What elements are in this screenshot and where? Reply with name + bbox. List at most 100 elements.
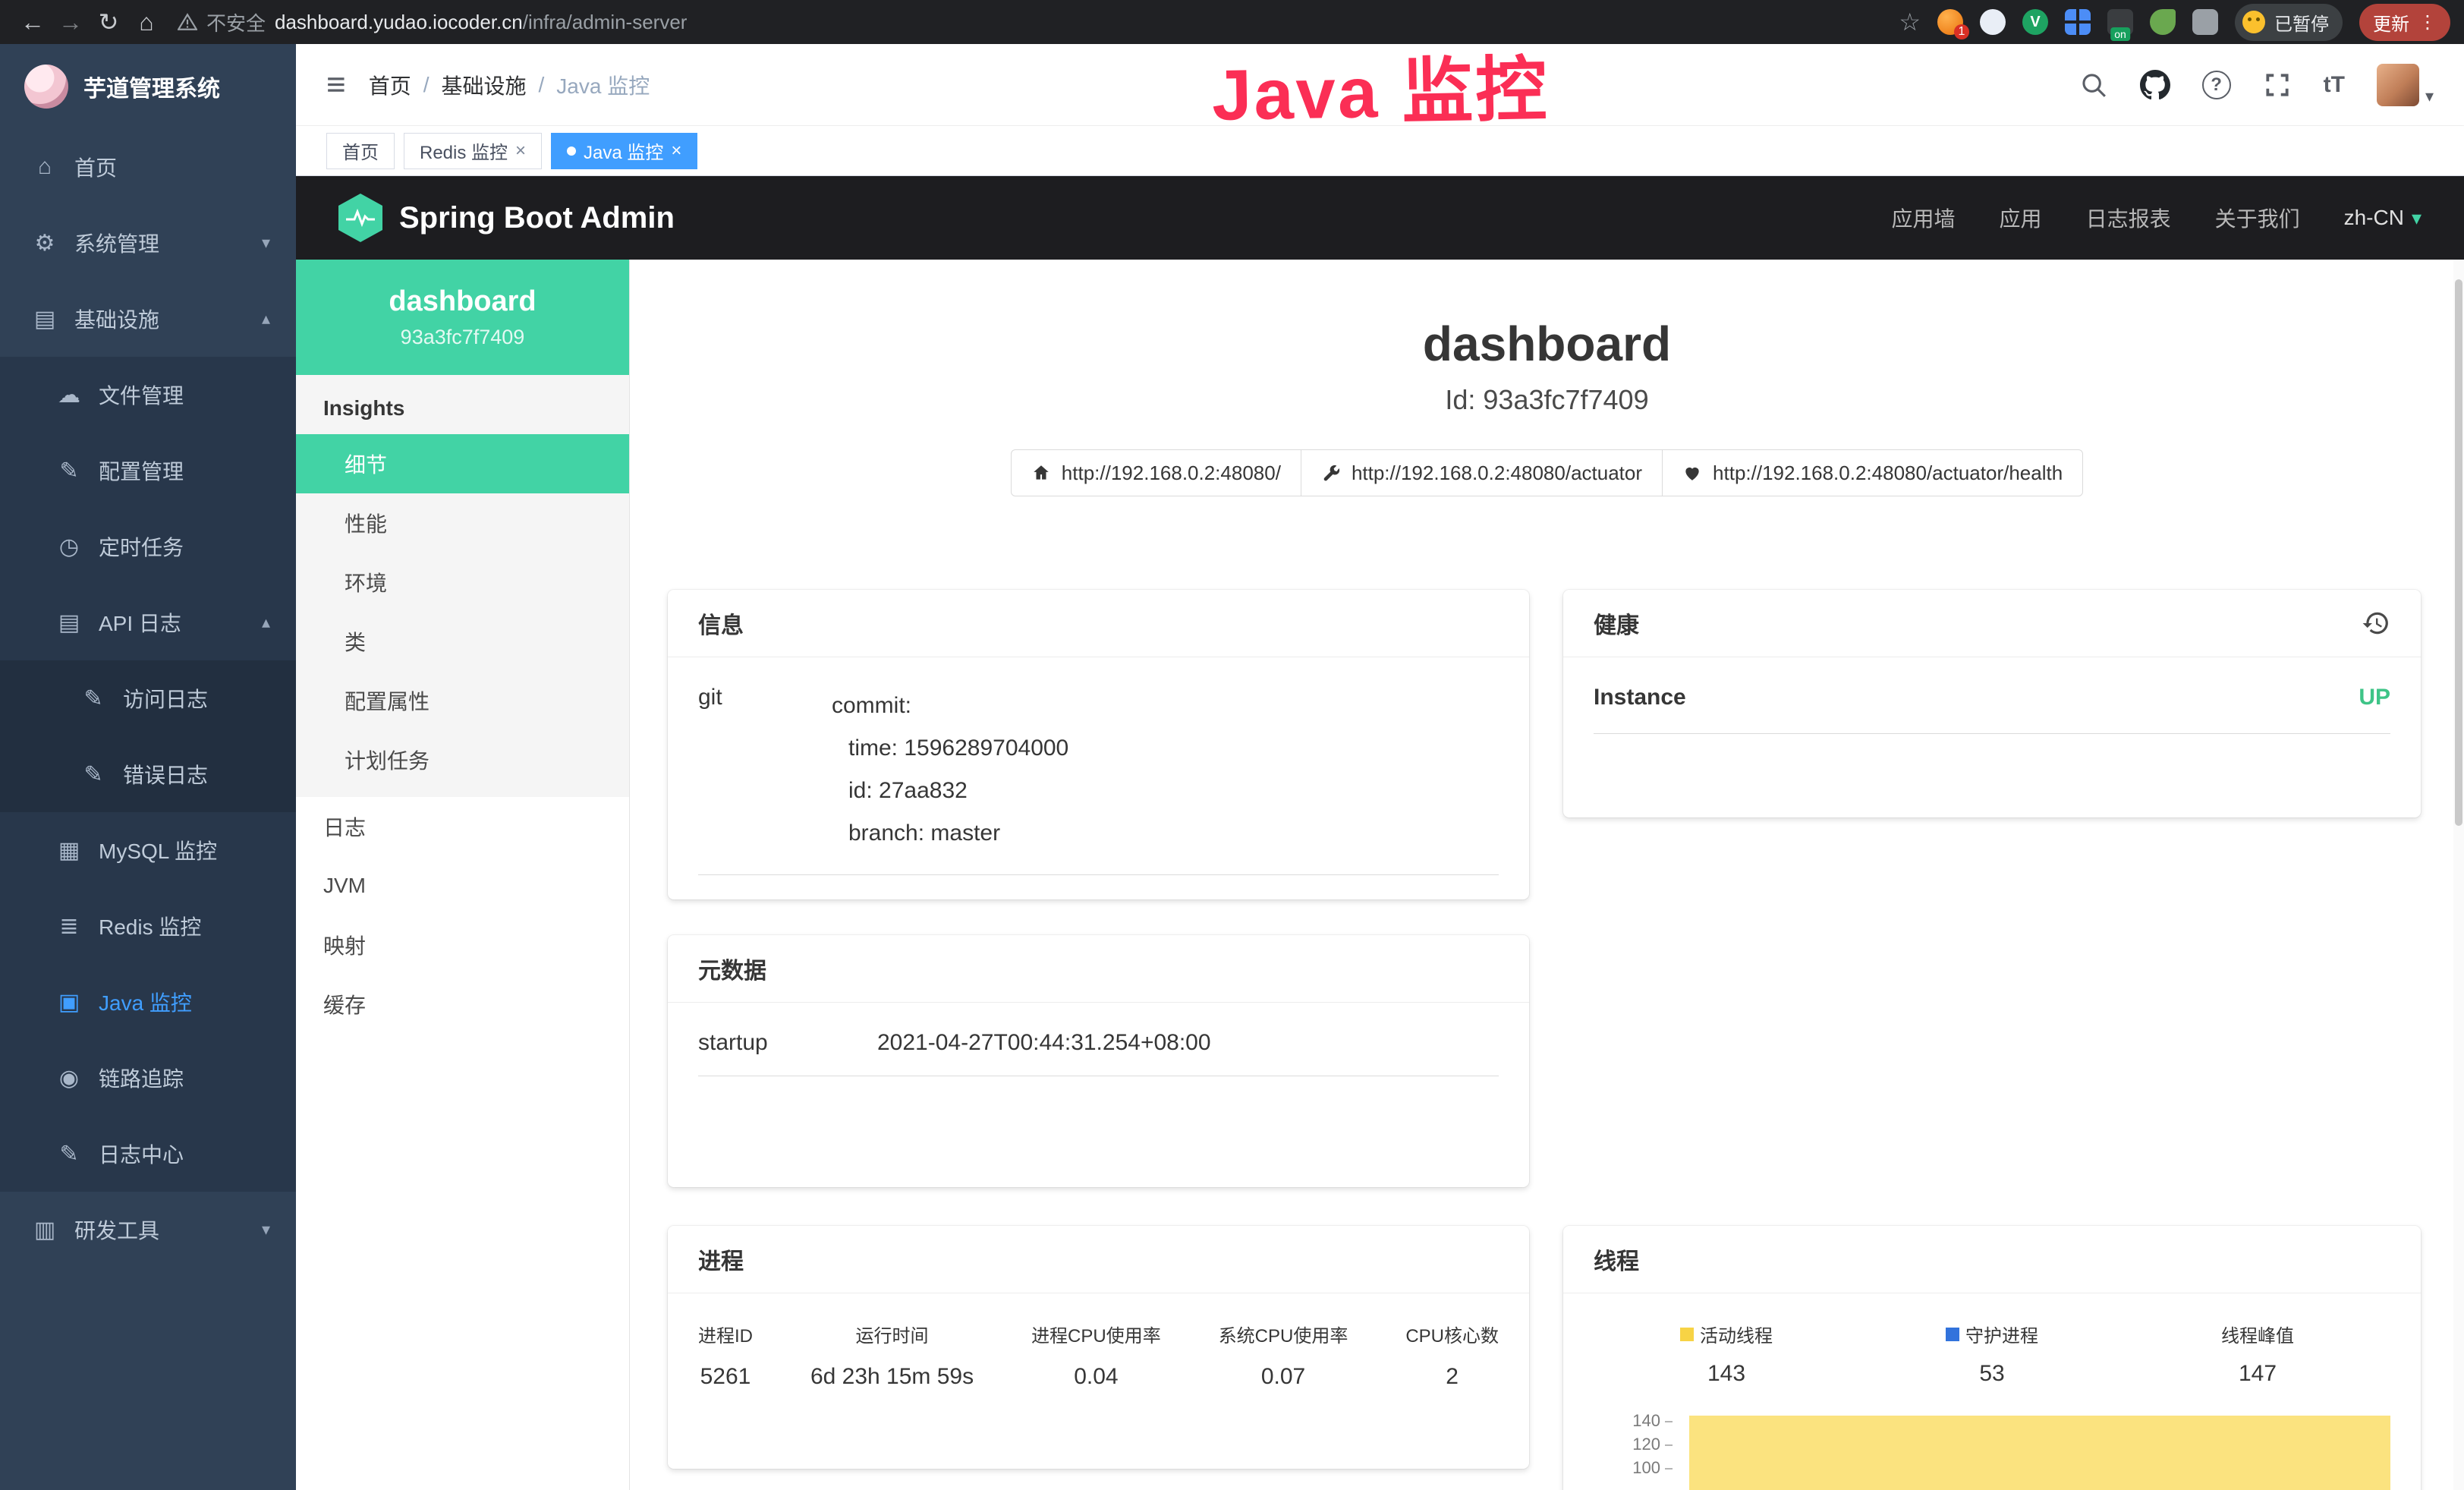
column-header: 系统CPU使用率 (1219, 1321, 1348, 1347)
sba-item-configprops[interactable]: 配置属性 (296, 671, 629, 730)
sidebar-item-error-logs[interactable]: ✎ 错误日志 (0, 736, 296, 812)
sba-item-details[interactable]: 细节 (296, 434, 629, 493)
instance-id: 93a3fc7f7409 (401, 326, 525, 349)
page-title: dashboard (630, 316, 2464, 372)
endpoint-health-button[interactable]: http://192.168.0.2:48080/actuator/health (1662, 449, 2083, 496)
sba-item-mappings[interactable]: 映射 (296, 915, 629, 975)
chevron-up-icon: ▴ (262, 613, 270, 632)
browser-update-button[interactable]: 更新 ⋮ (2359, 4, 2450, 41)
metadata-card: 元数据 startup 2021-04-27T00:44:31.254+08:0… (668, 935, 1529, 1187)
sidebar-item-system-mgmt[interactable]: ⚙ 系统管理 ▾ (0, 205, 296, 281)
endpoint-actuator-button[interactable]: http://192.168.0.2:48080/actuator (1301, 449, 1663, 496)
language-label: zh-CN (2344, 206, 2404, 230)
forward-button[interactable]: → (52, 0, 90, 44)
active-dot (567, 146, 576, 156)
sba-nav-applications[interactable]: 应用 (2000, 203, 2042, 233)
sidebar-item-java-monitor[interactable]: ▣ Java 监控 (0, 964, 296, 1040)
user-avatar (2377, 64, 2419, 106)
instance-header[interactable]: dashboard 93a3fc7f7409 (296, 260, 629, 375)
app-logo[interactable]: 芋道管理系统 (0, 44, 296, 129)
tab-redis-monitor[interactable]: Redis 监控 × (404, 133, 542, 169)
browser-home-button[interactable]: ⌂ (127, 0, 165, 44)
breadcrumb-item-current: Java 监控 (556, 70, 650, 100)
security-label: 不安全 (206, 8, 266, 36)
extension-on-icon[interactable]: on (2107, 9, 2133, 35)
sba-item-caches[interactable]: 缓存 (296, 975, 629, 1034)
close-icon[interactable]: × (671, 140, 681, 162)
table-row: Instance UP (1594, 685, 2390, 734)
sidebar-item-tracing[interactable]: ◉ 链路追踪 (0, 1040, 296, 1116)
process-card-body: 进程ID 5261 运行时间 6d 23h 15m 59s 进程CPU使用率 0… (668, 1293, 1529, 1413)
browser-actions: ☆ 1 V on 已暂停 更新 ⋮ (1899, 4, 2450, 41)
address-bar[interactable]: 不安全 dashboard.yudao.iocoder.cn/infra/adm… (178, 8, 687, 36)
sba-nav: 应用墙 应用 日志报表 关于我们 zh-CN ▾ (1892, 203, 2422, 233)
search-icon[interactable] (2079, 71, 2108, 99)
extension-leaf-icon[interactable] (2150, 9, 2176, 35)
sba-nav-about[interactable]: 关于我们 (2215, 203, 2300, 233)
breadcrumb-separator: / (539, 73, 545, 97)
metadata-row-value: 2021-04-27T00:44:31.254+08:00 (877, 1030, 1211, 1056)
language-selector[interactable]: zh-CN ▾ (2344, 206, 2422, 230)
cell-value: 0.04 (1031, 1364, 1161, 1390)
fullscreen-icon[interactable] (2263, 71, 2292, 99)
sidebar-item-dev-tools[interactable]: ▥ 研发工具 ▾ (0, 1192, 296, 1268)
sba-nav-wallboard[interactable]: 应用墙 (1892, 203, 1956, 233)
column-header: CPU核心数 (1405, 1321, 1499, 1347)
extensions-puzzle-icon[interactable] (2192, 9, 2218, 35)
kebab-menu-icon[interactable]: ⋮ (2418, 11, 2437, 33)
back-button[interactable]: ← (14, 0, 52, 44)
git-branch-line: branch: master (832, 812, 1068, 855)
breadcrumb-item-home[interactable]: 首页 (369, 70, 411, 100)
cell-value: 6d 23h 15m 59s (810, 1364, 974, 1390)
sba-sidebar: dashboard 93a3fc7f7409 Insights 细节 性能 环境… (296, 260, 630, 1490)
sba-item-loggers[interactable]: 日志 (296, 797, 629, 856)
extension-drop-icon[interactable] (1980, 9, 2006, 35)
sba-item-performance[interactable]: 性能 (296, 493, 629, 553)
legend-live-threads: 活动线程 143 (1594, 1321, 1859, 1387)
scrollbar-thumb[interactable] (2455, 279, 2462, 826)
sidebar-item-mysql-monitor[interactable]: ▦ MySQL 监控 (0, 812, 296, 888)
sidebar-item-infrastructure[interactable]: ▤ 基础设施 ▴ (0, 281, 296, 357)
card-title: 健康 (1594, 606, 1639, 640)
breadcrumb-item-infrastructure[interactable]: 基础设施 (441, 70, 526, 100)
sba-item-beans[interactable]: 类 (296, 612, 629, 671)
history-icon[interactable] (2362, 609, 2390, 638)
tab-home[interactable]: 首页 (326, 133, 395, 169)
github-icon[interactable] (2140, 70, 2170, 100)
metadata-card-header: 元数据 (668, 935, 1529, 1003)
document-icon: ▤ (55, 610, 83, 636)
sba-item-environment[interactable]: 环境 (296, 553, 629, 612)
sba-item-scheduled-tasks[interactable]: 计划任务 (296, 730, 629, 789)
sidebar-item-access-logs[interactable]: ✎ 访问日志 (0, 660, 296, 736)
sidebar-item-scheduled-jobs[interactable]: ◷ 定时任务 (0, 509, 296, 584)
table-row: git commit: time: 1596289704000 id: 27aa… (698, 685, 1499, 875)
endpoint-root-button[interactable]: http://192.168.0.2:48080/ (1011, 449, 1301, 496)
user-menu[interactable]: ▾ (2377, 64, 2434, 106)
sidebar-item-api-logs[interactable]: ▤ API 日志 ▴ (0, 584, 296, 660)
sidebar-item-home[interactable]: ⌂ 首页 (0, 129, 296, 205)
font-size-icon[interactable]: tT (2324, 72, 2345, 98)
sidebar-toggle-icon[interactable]: ≡ (326, 66, 346, 104)
extension-fox-icon[interactable]: 1 (1937, 9, 1963, 35)
sba-nav-journal[interactable]: 日志报表 (2086, 203, 2171, 233)
tab-java-monitor[interactable]: Java 监控 × (551, 133, 697, 169)
content-scrollbar[interactable] (2453, 260, 2464, 1490)
close-icon[interactable]: × (515, 140, 526, 162)
extension-grid-icon[interactable] (2065, 9, 2091, 35)
sba-item-jvm[interactable]: JVM (296, 856, 629, 915)
sidebar-item-file-mgmt[interactable]: ☁ 文件管理 (0, 357, 296, 433)
sidebar-item-log-center[interactable]: ✎ 日志中心 (0, 1116, 296, 1192)
help-icon[interactable]: ? (2202, 71, 2231, 99)
insights-group: Insights 细节 性能 环境 类 配置属性 计划任务 (296, 375, 629, 797)
sba-brand[interactable]: Spring Boot Admin (338, 194, 675, 242)
extension-v-icon[interactable]: V (2022, 9, 2048, 35)
reload-button[interactable]: ↻ (90, 0, 127, 44)
live-threads-area (1689, 1416, 2390, 1490)
url-host: dashboard.yudao.iocoder.cn (275, 11, 523, 33)
sidebar-item-config-mgmt[interactable]: ✎ 配置管理 (0, 433, 296, 509)
tab-label: 首页 (342, 137, 379, 164)
sidebar-item-redis-monitor[interactable]: ≣ Redis 监控 (0, 888, 296, 964)
profile-paused-badge[interactable]: 已暂停 (2235, 4, 2343, 41)
tab-label: Java 监控 (584, 137, 663, 164)
bookmark-star-icon[interactable]: ☆ (1899, 8, 1921, 36)
